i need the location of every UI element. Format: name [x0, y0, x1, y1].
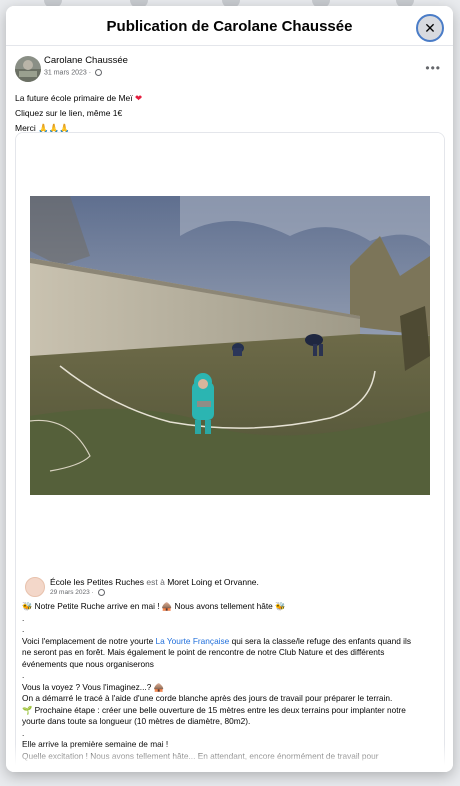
shared-post-line: .: [22, 613, 440, 625]
line-text: yourte dans toute sa longueur (10 mètres…: [22, 716, 251, 726]
scroll-fade: [6, 744, 453, 772]
shared-post-line: On a démarré le tracé à l'aide d'une cor…: [22, 693, 440, 705]
heart-icon: ❤: [135, 93, 143, 103]
shared-post-line: 🌱 Prochaine étape : créer une belle ouve…: [22, 705, 440, 717]
post-message: La future école primaire de Meï ❤ Clique…: [15, 92, 142, 137]
shared-post-header: École les Petites Ruches est à Moret Loi…: [16, 571, 444, 601]
close-icon: ✕: [424, 19, 436, 36]
post-dialog: Publication de Carolane Chaussée ✕ Carol…: [6, 6, 453, 772]
page-avatar[interactable]: [25, 577, 45, 597]
location-connector: est à: [146, 577, 165, 587]
line-text: qui sera la classe/le refuge des enfants…: [229, 635, 412, 646]
close-button[interactable]: ✕: [416, 14, 444, 42]
shared-post-line: Vous la voyez ? Vous l'imaginez...? 🛖: [22, 682, 440, 694]
line-text: Vous la voyez ? Vous l'imaginez...? 🛖: [22, 681, 164, 692]
post-date[interactable]: 31 mars 2023: [44, 69, 87, 76]
avatar[interactable]: [15, 56, 41, 82]
shared-post-card[interactable]: École les Petites Ruches est à Moret Loi…: [15, 132, 445, 772]
shared-post-line: yourte dans toute sa longueur (10 mètres…: [22, 716, 440, 728]
author-name[interactable]: Carolane Chaussée: [44, 55, 128, 66]
line-text: ne seront pas en forêt. Mais également l…: [22, 647, 385, 657]
shared-post-line: .: [22, 728, 440, 740]
shared-post-line: .: [22, 670, 440, 682]
line-text: 🐝 Notre Petite Ruche arrive en mai ! 🛖 N…: [22, 601, 286, 611]
dialog-header: Publication de Carolane Chaussée ✕: [6, 6, 453, 46]
shared-post-meta: 29 mars 2023 ·: [50, 589, 105, 596]
shared-post-line: ne seront pas en forêt. Mais également l…: [22, 647, 440, 659]
post-line: La future école primaire de Meï ❤: [15, 93, 143, 103]
shared-post-author-line: École les Petites Ruches est à Moret Loi…: [50, 577, 259, 587]
more-options-button[interactable]: •••: [425, 61, 441, 75]
line-text: .: [22, 624, 25, 634]
line-text: On a démarré le tracé à l'aide d'une cor…: [22, 693, 393, 703]
post-line: Cliquez sur le lien, même 1€: [15, 108, 123, 118]
post-header: Carolane Chaussée 31 mars 2023 · •••: [6, 47, 453, 91]
mention-link[interactable]: La Yourte Française: [155, 636, 229, 646]
shared-post-line: événements que nous organiserons: [22, 659, 440, 671]
page-name[interactable]: École les Petites Ruches: [50, 577, 144, 587]
shared-post-line: Voici l'emplacement de notre yourte La Y…: [22, 636, 440, 648]
photo-frame: [16, 133, 444, 561]
shared-photo[interactable]: [30, 196, 430, 495]
post-meta: 31 mars 2023 ·: [44, 69, 103, 76]
more-options-icon: •••: [425, 61, 441, 75]
shared-post-line: .: [22, 624, 440, 636]
shared-post-date[interactable]: 29 mars 2023: [50, 589, 90, 596]
line-text: Voici l'emplacement de notre yourte: [22, 635, 156, 646]
shared-post-line: 🐝 Notre Petite Ruche arrive en mai ! 🛖 N…: [22, 601, 440, 613]
line-text: .: [22, 670, 25, 680]
globe-icon: [95, 69, 103, 76]
line-text: 🌱 Prochaine étape : créer une belle ouve…: [22, 704, 406, 715]
line-text: .: [22, 727, 25, 738]
dialog-title: Publication de Carolane Chaussée: [106, 18, 353, 35]
location-link[interactable]: Moret Loing et Orvanne.: [167, 577, 259, 587]
shared-post-message: 🐝 Notre Petite Ruche arrive en mai ! 🛖 N…: [22, 601, 440, 762]
line-text: événements que nous organiserons: [22, 658, 154, 669]
globe-icon: [97, 589, 105, 596]
line-text: .: [22, 612, 25, 623]
